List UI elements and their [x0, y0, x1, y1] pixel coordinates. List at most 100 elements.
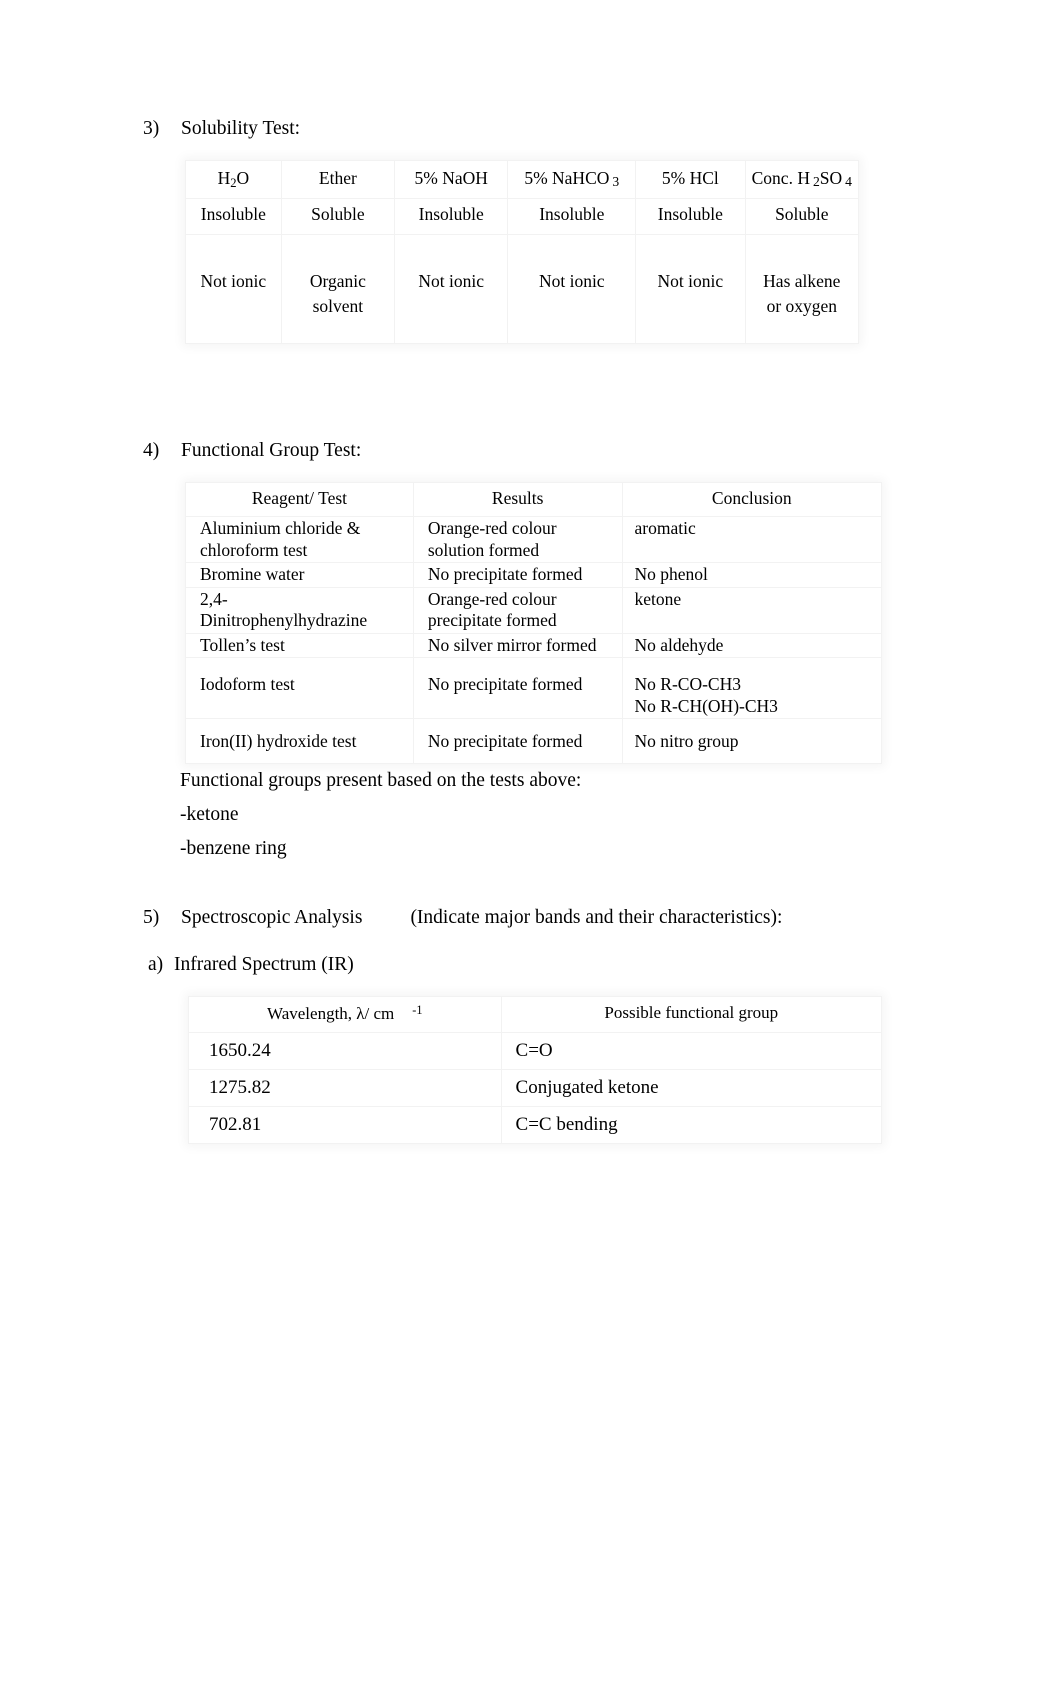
fgroup-reagent-cell: Iron(II) hydroxide test — [185, 718, 414, 764]
solubility-conclusion-naoh: Not ionic — [393, 234, 509, 344]
table-row: Tollen’s test No silver mirror formed No… — [185, 632, 883, 659]
solubility-conclusion-hcl: Not ionic — [635, 234, 746, 344]
infrared-spectrum-table: Wavelength, λ/ cm -1 Possible functional … — [188, 995, 883, 1145]
conclusion-line: Organic — [309, 271, 366, 291]
cell-line: No silver mirror formed — [427, 634, 597, 655]
solubility-result-hcl: Insoluble — [635, 198, 746, 235]
solubility-header-hcl: 5% HCl — [635, 160, 746, 199]
solubility-conclusion-h2so4: Has alkene or oxygen — [744, 234, 860, 344]
fgroup-header-reagent: Reagent/ Test — [185, 482, 414, 517]
solubility-header-h2so4: Conc. H 2SO 4 — [744, 160, 860, 199]
ir-header-wavelength-exponent: -1 — [412, 1003, 423, 1017]
cell-line: No precipitate formed — [427, 564, 583, 585]
table-row-conclusions: Not ionic Organic solvent Not ionic Not … — [185, 234, 860, 344]
solubility-result-water: Insoluble — [185, 198, 282, 235]
section-title: Spectroscopic Analysis — [181, 907, 363, 928]
table-row: 702.81 C=C bending — [188, 1106, 883, 1145]
functional-groups-summary-item-ketone: -ketone — [180, 804, 239, 825]
cell-line: No precipitate formed — [427, 731, 583, 752]
table-row: 1650.24 C=O — [188, 1032, 883, 1071]
document-page: 3) Solubility Test: H2O Ether 5% NaOH 5%… — [0, 0, 1062, 1689]
fgroup-conclusion-cell: No nitro group — [621, 718, 883, 764]
fgroup-reagent-cell: Aluminium chloride & chloroform test — [185, 515, 414, 564]
cell-line: chloroform test — [200, 539, 308, 560]
ir-wavelength-value: 1275.82 — [188, 1069, 502, 1108]
conclusion-line: or oxygen — [766, 296, 838, 317]
solubility-conclusion-nahco3: Not ionic — [507, 234, 637, 344]
solubility-result-ether: Soluble — [280, 198, 396, 235]
functional-groups-summary-item-benzene-ring: -benzene ring — [180, 838, 287, 859]
conclusion-line: Not ionic — [200, 271, 267, 291]
cell-line: Orange-red colour — [427, 518, 557, 538]
ir-wavelength-value: 1650.24 — [188, 1032, 502, 1071]
fgroup-results-cell: No precipitate formed — [412, 718, 623, 764]
solubility-test-table: H2O Ether 5% NaOH 5% NaHCO 3 5% HCl Conc.… — [185, 160, 860, 344]
fgroup-conclusion-cell: No aldehyde — [621, 632, 883, 659]
fgroup-results-cell: No silver mirror formed — [412, 632, 623, 659]
cell-line: Aluminium chloride & — [200, 518, 361, 538]
fgroup-results-cell: Orange-red colour precipitate formed — [412, 586, 623, 634]
cell-line: No phenol — [634, 564, 708, 585]
ir-functional-group-value: Conjugated ketone — [500, 1069, 883, 1108]
section-title: Functional Group Test: — [181, 440, 362, 461]
table-row-headers: H2O Ether 5% NaOH 5% NaHCO 3 5% HCl Conc.… — [185, 160, 860, 199]
fgroup-results-cell: No precipitate formed — [412, 657, 623, 720]
table-row: Iron(II) hydroxide test No precipitate f… — [185, 718, 883, 764]
solubility-header-naoh: 5% NaOH — [393, 160, 509, 199]
cell-line: Bromine water — [200, 564, 305, 585]
conclusion-line: Has alkene — [763, 271, 841, 291]
cell-line: Tollen’s test — [200, 634, 285, 655]
ir-header-wavelength-text: Wavelength, λ/ cm — [267, 1004, 395, 1024]
fgroup-reagent-cell: Tollen’s test — [185, 632, 414, 659]
table-row-results: Insoluble Soluble Insoluble Insoluble In… — [185, 198, 860, 235]
conclusion-line: Not ionic — [657, 271, 724, 291]
cell-line: 2,4- — [200, 588, 228, 609]
cell-line: No aldehyde — [634, 634, 724, 655]
ir-functional-group-value: C=O — [500, 1032, 883, 1071]
solubility-result-nahco3: Insoluble — [507, 198, 637, 235]
subsection-title: Infrared Spectrum (IR) — [174, 954, 354, 975]
cell-line: solution formed — [427, 539, 540, 560]
table-row-headers: Reagent/ Test Results Conclusion — [185, 482, 883, 517]
section-marker: 5) — [143, 907, 160, 928]
table-row: 1275.82 Conjugated ketone — [188, 1069, 883, 1108]
conclusion-line: solvent — [312, 296, 364, 317]
cell-line: No precipitate formed — [427, 674, 583, 695]
cell-line: Iodoform test — [200, 674, 295, 695]
ir-wavelength-value: 702.81 — [188, 1106, 502, 1145]
section-note: (Indicate major bands and their characte… — [410, 907, 783, 928]
fgroup-conclusion-cell: No R-CO-CH3 No R-CH(OH)-CH3 — [621, 657, 883, 720]
cell-line: ketone — [634, 588, 682, 609]
fgroup-reagent-cell: Iodoform test — [185, 657, 414, 720]
conclusion-line: Not ionic — [418, 271, 485, 291]
fgroup-header-results: Results — [412, 482, 623, 517]
ir-header-wavelength: Wavelength, λ/ cm -1 — [188, 995, 502, 1034]
solubility-header-water: H2O — [185, 160, 282, 199]
section-marker: 4) — [143, 440, 160, 461]
conclusion-line: Not ionic — [538, 271, 605, 291]
table-row: Iodoform test No precipitate formed No R… — [185, 657, 883, 720]
ir-functional-group-value: C=C bending — [500, 1106, 883, 1145]
cell-line: Orange-red colour — [427, 588, 557, 609]
subsection-marker: a) — [148, 954, 164, 975]
solubility-header-nahco3: 5% NaHCO 3 — [507, 160, 637, 199]
table-row: Aluminium chloride & chloroform test Ora… — [185, 515, 883, 564]
section-heading-spectroscopic: 5) Spectroscopic Analysis (Indicate majo… — [143, 907, 782, 929]
solubility-conclusion-water: Not ionic — [185, 234, 282, 344]
cell-line: No R-CO-CH3 — [634, 674, 741, 695]
solubility-header-ether: Ether — [280, 160, 396, 199]
table-row-headers: Wavelength, λ/ cm -1 Possible functional … — [188, 995, 883, 1034]
subsection-heading-infrared-spectrum: a) Infrared Spectrum (IR) — [148, 954, 354, 976]
table-row: Bromine water No precipitate formed No p… — [185, 562, 883, 588]
fgroup-reagent-cell: Bromine water — [185, 562, 414, 588]
section-heading-solubility: 3) Solubility Test: — [143, 118, 300, 140]
cell-line: aromatic — [634, 518, 696, 538]
solubility-result-naoh: Insoluble — [393, 198, 509, 235]
section-heading-functional-group: 4) Functional Group Test: — [143, 440, 361, 462]
fgroup-results-cell: No precipitate formed — [412, 562, 623, 588]
fgroup-conclusion-cell: No phenol — [621, 562, 883, 588]
section-title: Solubility Test: — [181, 118, 301, 139]
fgroup-conclusion-cell: aromatic — [621, 515, 883, 564]
functional-group-test-table: Reagent/ Test Results Conclusion Alumini… — [185, 482, 883, 764]
ir-header-functional-group: Possible functional group — [500, 995, 883, 1034]
